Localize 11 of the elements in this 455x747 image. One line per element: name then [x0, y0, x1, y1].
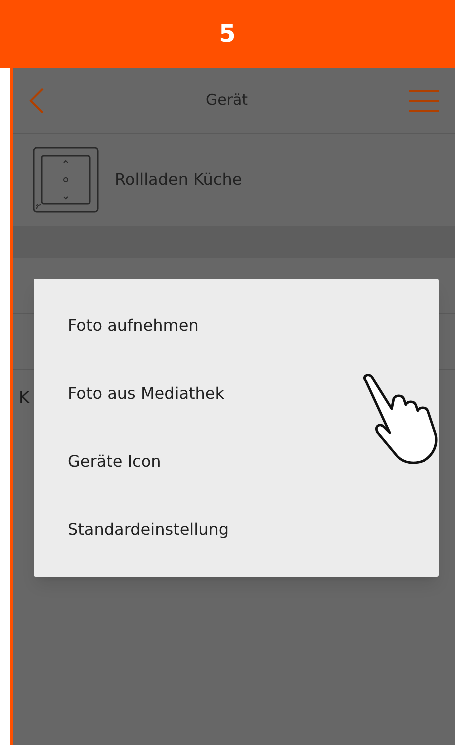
menu-item[interactable]: Foto aus Mediathek	[34, 360, 439, 428]
step-number: 5	[219, 19, 236, 50]
menu-item[interactable]: Geräte Icon	[34, 428, 439, 496]
back-icon[interactable]	[29, 86, 45, 114]
header-title: Gerät	[206, 90, 248, 112]
row-label: K	[19, 387, 30, 409]
menu-item[interactable]: Standardeinstellung	[34, 496, 439, 564]
device-name: Rollladen Küche	[115, 169, 242, 191]
shutter-switch-icon	[33, 147, 99, 213]
menu-item[interactable]: Foto aufnehmen	[34, 292, 439, 360]
menu-icon[interactable]	[409, 90, 439, 112]
